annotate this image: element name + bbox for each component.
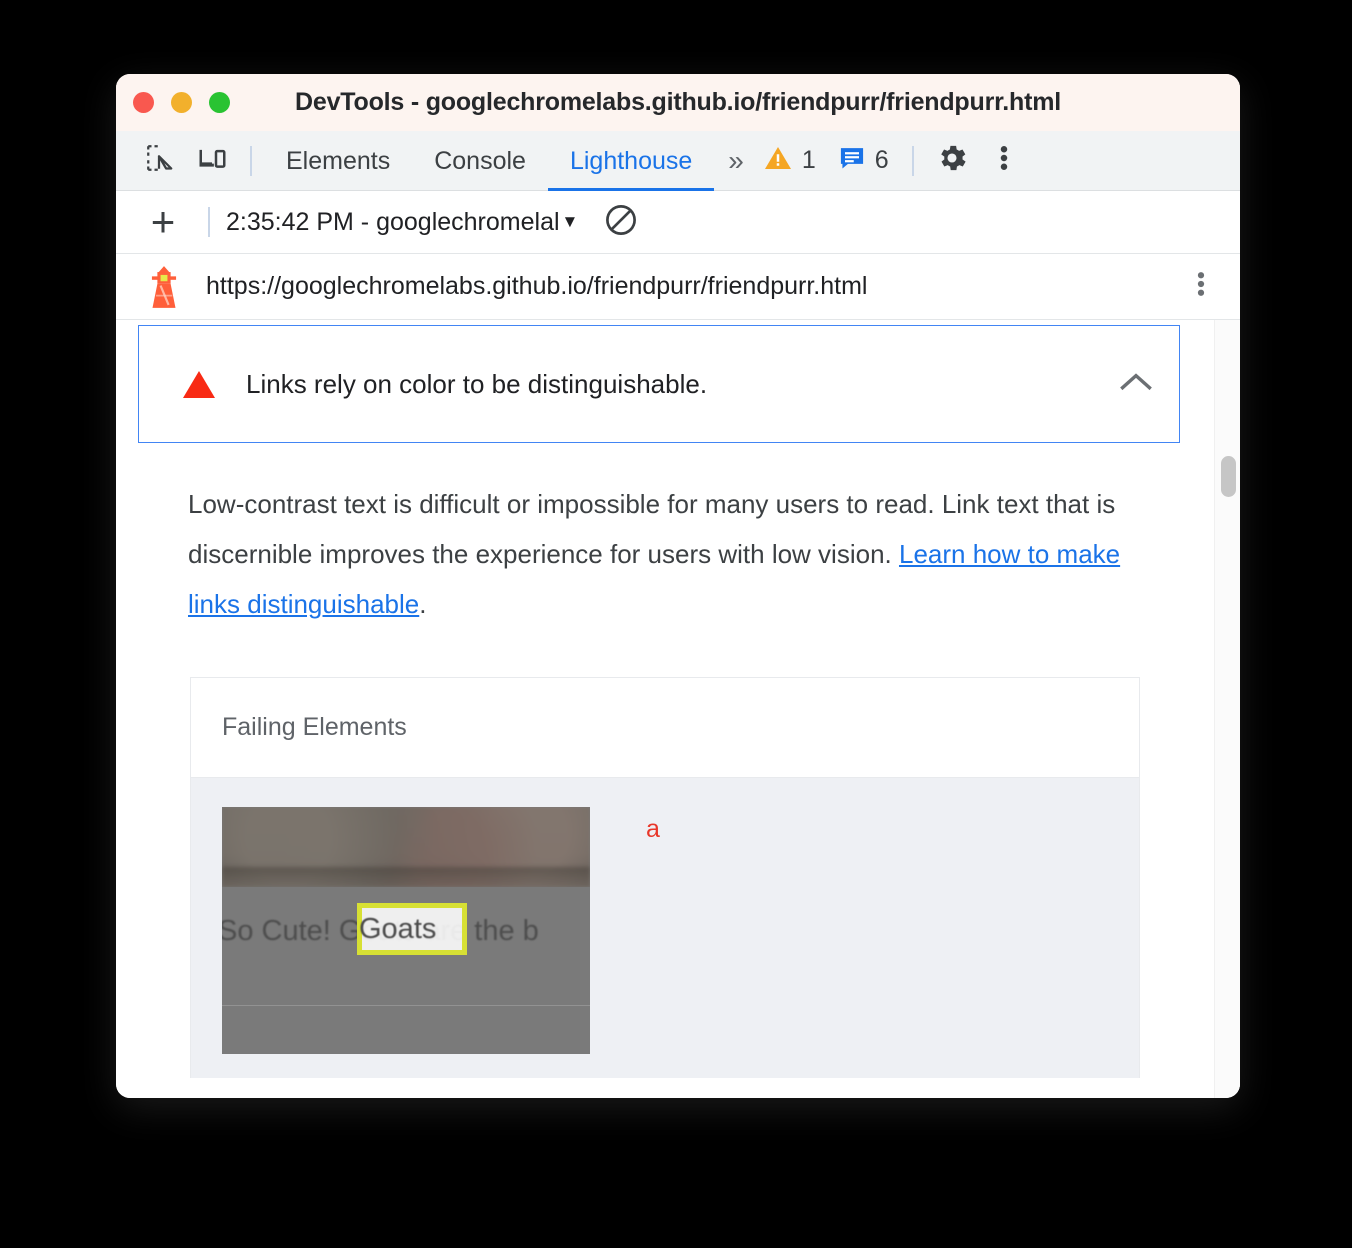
- failing-elements-table: Failing Elements So Cute! Goats are the …: [190, 677, 1140, 1078]
- failing-elements-header: Failing Elements: [191, 678, 1139, 778]
- device-toolbar-button[interactable]: [186, 138, 238, 184]
- messages-counter[interactable]: 6: [827, 144, 900, 177]
- lighthouse-run-toolbar: + 2:35:42 PM - googlechromelal ▼: [116, 191, 1240, 254]
- failure-triangle-icon: [183, 370, 215, 398]
- tab-console[interactable]: Console: [412, 131, 548, 191]
- window-maximize-button[interactable]: [209, 92, 230, 113]
- window-titlebar: DevTools - googlechromelabs.github.io/fr…: [116, 74, 1240, 131]
- more-tabs-button[interactable]: »: [714, 145, 752, 177]
- warnings-counter[interactable]: 1: [752, 143, 827, 178]
- audit-description-period: .: [419, 589, 427, 619]
- lighthouse-report-body: Links rely on color to be distinguishabl…: [116, 320, 1240, 1098]
- warning-count: 1: [801, 146, 816, 174]
- inspect-element-button[interactable]: [134, 138, 186, 184]
- run-toolbar-divider: [208, 207, 210, 237]
- window-minimize-button[interactable]: [171, 92, 192, 113]
- audit-description: Low-contrast text is difficult or imposs…: [188, 479, 1142, 629]
- run-selector-label: 2:35:42 PM - googlechromelal: [226, 207, 560, 236]
- report-scrollbar[interactable]: [1214, 320, 1240, 1098]
- failing-element-thumbnail[interactable]: So Cute! Goats are the b Goats: [222, 807, 590, 1054]
- devtools-window: DevTools - googlechromelabs.github.io/fr…: [116, 74, 1240, 1098]
- run-selector[interactable]: 2:35:42 PM - googlechromelal ▼: [226, 208, 578, 237]
- more-vertical-icon: [1190, 272, 1212, 303]
- new-audit-button[interactable]: +: [140, 201, 186, 243]
- audit-title: Links rely on color to be distinguishabl…: [246, 368, 708, 399]
- inspect-element-icon: [145, 143, 175, 178]
- audit-header[interactable]: Links rely on color to be distinguishabl…: [138, 325, 1180, 443]
- chevron-down-icon: ▼: [561, 212, 579, 231]
- thumbnail-photo-shadow: [222, 867, 590, 889]
- warning-triangle-icon: [763, 143, 793, 178]
- chevron-up-icon: [1119, 372, 1153, 397]
- tab-lighthouse[interactable]: Lighthouse: [548, 131, 714, 191]
- more-vertical-icon: [992, 143, 1016, 178]
- report-scrollbar-thumb[interactable]: [1221, 456, 1236, 497]
- message-count: 6: [874, 146, 889, 174]
- window-title: DevTools - googlechromelabs.github.io/fr…: [295, 88, 1061, 116]
- table-row: So Cute! Goats are the b Goats a: [191, 778, 1139, 1078]
- report-menu-button[interactable]: [1184, 269, 1218, 304]
- report-content: Links rely on color to be distinguishabl…: [116, 320, 1202, 1078]
- devtools-tabbar: Elements Console Lighthouse » 1 6: [116, 131, 1240, 191]
- audited-url-bar: https://googlechromelabs.github.io/frien…: [116, 254, 1240, 320]
- window-close-button[interactable]: [133, 92, 154, 113]
- tabbar-divider: [250, 145, 252, 176]
- thumbnail-divider: [222, 1005, 590, 1006]
- failing-element-snippet[interactable]: a: [646, 807, 660, 1078]
- message-bubble-icon: [838, 144, 866, 177]
- audit-collapse-toggle[interactable]: [1119, 371, 1153, 398]
- lighthouse-icon: [140, 264, 188, 310]
- tabbar-divider-right: [911, 145, 914, 176]
- clear-no-entry-icon: [604, 203, 638, 242]
- tab-elements[interactable]: Elements: [264, 131, 412, 191]
- element-highlight-label: Goats: [359, 913, 437, 945]
- audited-url[interactable]: https://googlechromelabs.github.io/frien…: [206, 272, 1184, 301]
- clear-results-button[interactable]: [604, 203, 638, 242]
- devtools-menu-button[interactable]: [978, 138, 1030, 184]
- gear-icon: [935, 141, 969, 180]
- device-toolbar-icon: [197, 143, 227, 178]
- settings-button[interactable]: [926, 138, 978, 184]
